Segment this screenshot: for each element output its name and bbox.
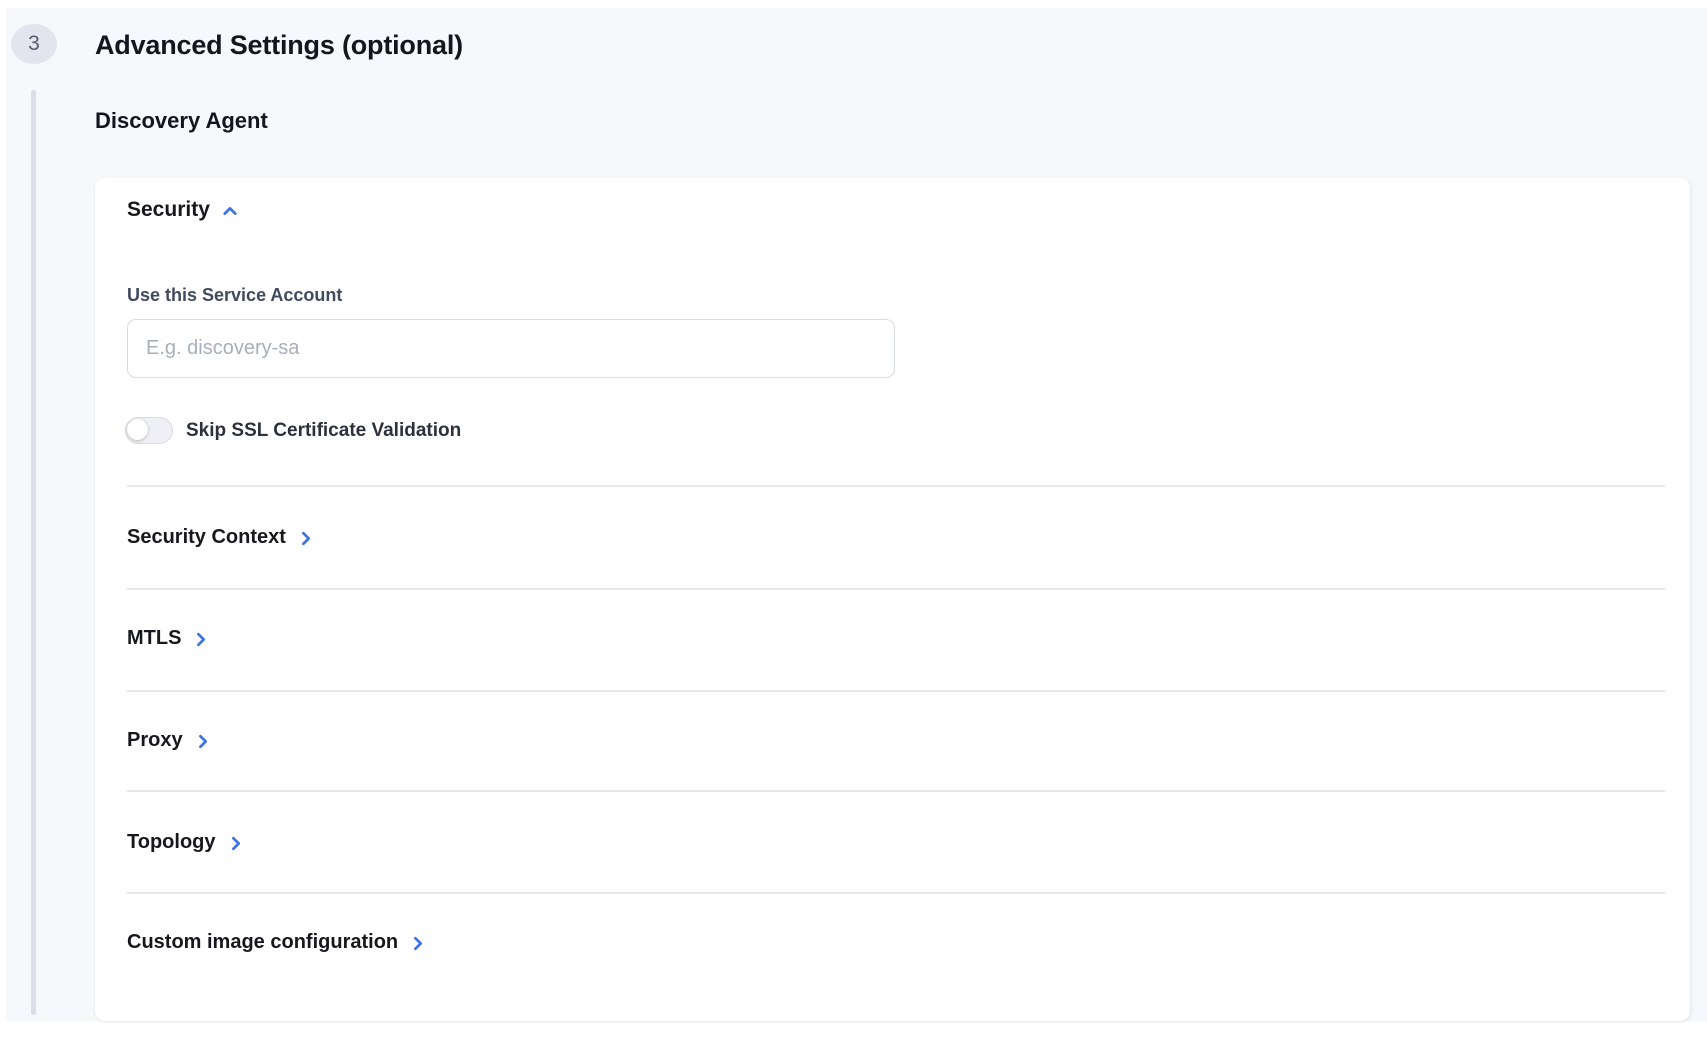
section-proxy[interactable]: Proxy [127,726,211,754]
skip-ssl-toggle[interactable] [125,417,173,444]
divider [127,485,1665,487]
section-proxy-label: Proxy [127,726,183,754]
section-custom-image-configuration[interactable]: Custom image configuration [127,928,426,956]
divider [127,690,1665,692]
divider [127,588,1665,590]
discovery-agent-title: Discovery Agent [95,108,268,134]
page-title: Advanced Settings (optional) [95,30,463,61]
service-account-label: Use this Service Account [127,284,342,306]
section-mtls[interactable]: MTLS [127,624,209,652]
divider [127,892,1665,894]
chevron-right-icon [409,935,426,952]
step-number-badge: 3 [11,24,57,64]
discovery-agent-card: Security Use this Service Account Skip S… [95,178,1690,1021]
service-account-input[interactable] [127,319,895,378]
section-security-context[interactable]: Security Context [127,523,314,551]
step-connector-line [31,90,36,1015]
divider [127,790,1665,792]
chevron-right-icon [194,733,211,750]
ssl-toggle-row: Skip SSL Certificate Validation [125,417,461,444]
section-topology-label: Topology [127,828,216,856]
chevron-right-icon [227,835,244,852]
chevron-up-icon [221,202,239,220]
section-security[interactable]: Security [127,196,239,224]
section-mtls-label: MTLS [127,624,181,652]
section-security-label: Security [127,196,210,224]
chevron-right-icon [297,530,314,547]
advanced-settings-panel: 3 Advanced Settings (optional) Discovery… [6,8,1707,1021]
chevron-right-icon [192,631,209,648]
section-topology[interactable]: Topology [127,828,244,856]
skip-ssl-label: Skip SSL Certificate Validation [186,420,461,442]
section-security-context-label: Security Context [127,523,286,551]
section-custom-image-configuration-label: Custom image configuration [127,928,398,956]
step-number: 3 [28,32,40,56]
toggle-knob [127,419,148,440]
